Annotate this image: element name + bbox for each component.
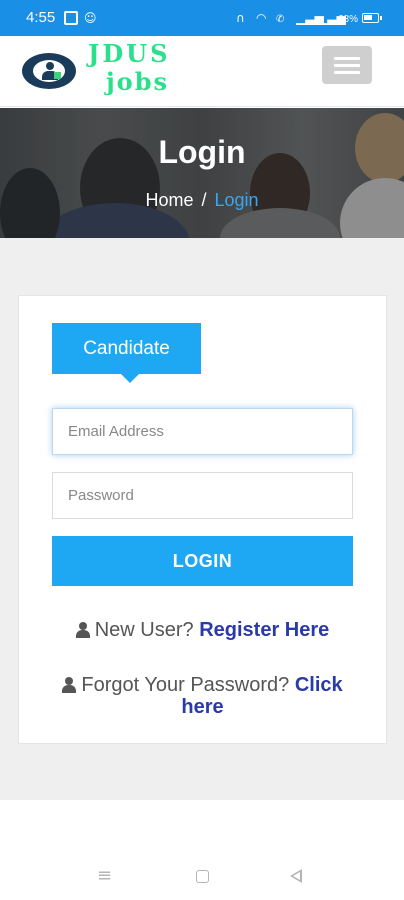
user-icon — [75, 622, 90, 638]
user-icon — [62, 677, 77, 693]
logo-icon[interactable] — [22, 53, 76, 89]
vowifi-icon: ✆ — [276, 14, 285, 25]
hamburger-menu-button[interactable] — [322, 46, 372, 84]
wifi-icon: ◠ — [256, 11, 267, 25]
forgot-password-row: Forgot Your Password? Click — [18, 673, 387, 697]
page-title: Login — [158, 134, 246, 170]
hamburger-line — [334, 57, 360, 60]
here-link[interactable]: here — [181, 696, 223, 718]
menu-icon[interactable]: ≡ — [97, 865, 112, 886]
breadcrumb: Home / Login — [0, 190, 404, 211]
logo-icon-inner — [33, 60, 65, 82]
badge-icon — [54, 72, 61, 79]
battery-fill — [364, 15, 372, 20]
status-bar: 4:55 ☺ ∩ ◠ ✆ ▁▃▅ ▁▃▅ 68% — [0, 0, 404, 36]
login-button[interactable]: LOGIN — [52, 536, 353, 586]
person-icon — [46, 62, 54, 70]
image-icon — [64, 11, 78, 25]
banner-overlay — [0, 108, 404, 238]
battery-icon — [362, 13, 382, 23]
email-field[interactable]: Email Address — [52, 408, 353, 455]
password-field[interactable]: Password — [52, 472, 353, 519]
page-banner — [0, 108, 404, 238]
headset-icon: ∩ — [236, 11, 245, 25]
breadcrumb-separator: / — [201, 190, 207, 210]
forgot-password-text: Forgot Your Password? — [81, 674, 290, 696]
back-icon-inner — [293, 872, 300, 880]
register-link[interactable]: Register Here — [199, 619, 329, 641]
battery-percent: 68% — [338, 14, 359, 25]
status-time: 4:55 — [26, 9, 56, 26]
hamburger-line — [334, 71, 360, 74]
logo-text-jobs[interactable]: jobs — [106, 68, 169, 96]
forgot-password-row-2: here — [18, 695, 387, 719]
home-icon[interactable] — [196, 870, 209, 883]
new-user-row: New User? Register Here — [18, 618, 387, 642]
new-user-text: New User? — [94, 619, 194, 641]
robot-icon: ☺ — [84, 11, 97, 25]
click-link[interactable]: Click — [295, 674, 343, 696]
breadcrumb-current: Login — [214, 190, 259, 210]
breadcrumb-home[interactable]: Home — [145, 190, 193, 210]
tab-arrow — [120, 373, 140, 383]
bottom-area — [0, 800, 404, 900]
hamburger-line — [334, 64, 360, 67]
logo-text-jdus[interactable]: JDUS — [88, 40, 170, 68]
tab-candidate[interactable]: Candidate — [52, 323, 201, 374]
